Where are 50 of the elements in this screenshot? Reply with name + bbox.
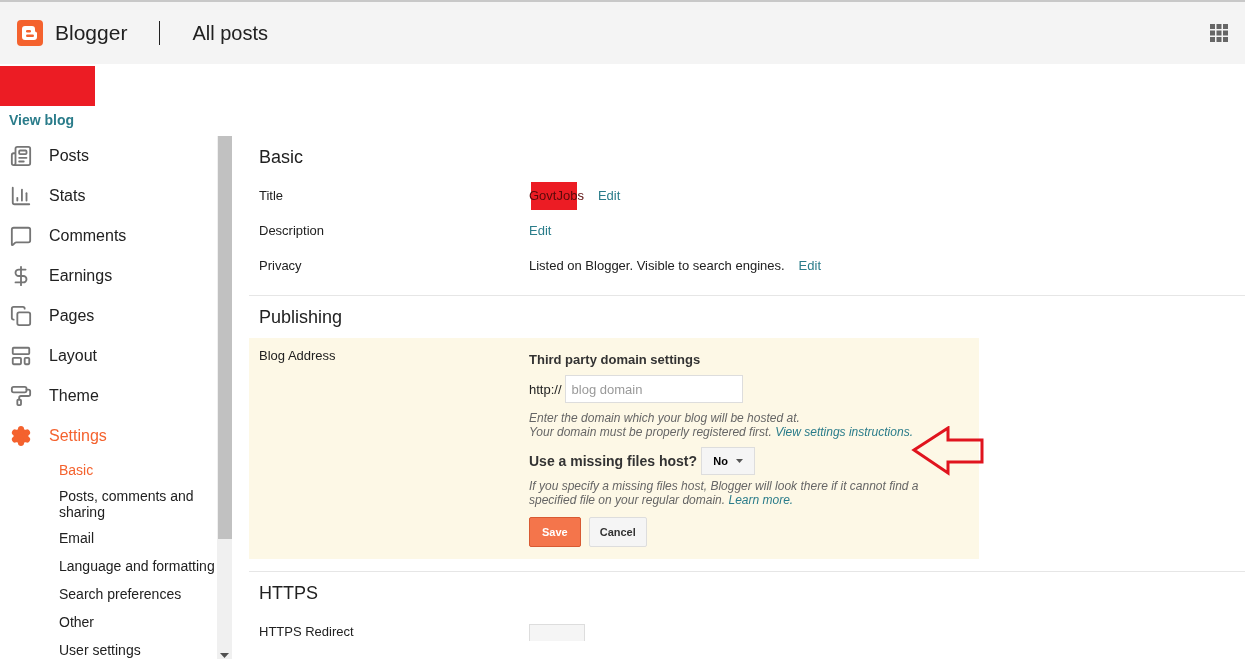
brand-name: Blogger xyxy=(55,21,128,45)
newspaper-icon xyxy=(10,145,32,167)
layout-icon xyxy=(10,345,32,367)
section-title: Publishing xyxy=(259,306,344,328)
blogger-logo-icon xyxy=(17,20,43,46)
missing-host-note: If you specify a missing files host, Blogger will look there if it cannot find a specified file on your regular domain. Learn more. xyxy=(529,479,920,507)
cancel-button[interactable]: Cancel xyxy=(588,517,647,547)
setting-label: Privacy xyxy=(259,257,303,275)
domain-hint: Enter the domain which your blog will be hosted at. Your domain must be properly registered first. View settings instructions. xyxy=(529,411,914,439)
edit-link[interactable]: Edit xyxy=(529,223,552,238)
sidebar-subitem[interactable]: Other xyxy=(0,608,217,636)
edit-link[interactable]: Edit xyxy=(798,258,821,273)
section-title: HTTPS xyxy=(259,582,319,604)
gear-icon xyxy=(10,425,32,447)
sidebar-item[interactable]: Theme xyxy=(0,376,217,416)
setting-value: Listed on Blogger. Visible to search engines. xyxy=(529,257,785,275)
form-heading: Third party domain settings xyxy=(529,351,702,369)
sidebar-item[interactable]: Layout xyxy=(0,336,217,376)
edit-link[interactable]: Edit xyxy=(597,188,621,203)
url-prefix: http:// xyxy=(529,380,562,399)
sidebar-subitem[interactable]: User settings xyxy=(0,636,217,659)
paint-roller-icon xyxy=(10,385,32,407)
instructions-link[interactable]: View settings instructions. xyxy=(775,425,913,439)
domain-field[interactable]: blog domain xyxy=(564,375,743,403)
sidebar-item[interactable]: Posts xyxy=(0,136,217,176)
sidebar-item[interactable]: Comments xyxy=(0,216,217,256)
section-title: Basic xyxy=(259,146,304,168)
scroll-down-icon[interactable] xyxy=(220,653,229,659)
setting-label: HTTPS Redirect xyxy=(259,623,355,641)
caret-icon xyxy=(735,459,743,463)
sidebar-item[interactable]: Earnings xyxy=(0,256,217,296)
sidebar-subitem[interactable]: Language and formatting xyxy=(0,552,217,580)
learn-more-link[interactable]: Learn more. xyxy=(728,493,794,507)
view-blog-link[interactable]: View blog xyxy=(9,112,1245,128)
sidebar-subitem[interactable]: Search preferences xyxy=(0,580,217,608)
sidebar-item[interactable]: Stats xyxy=(0,176,217,216)
setting-label: Description xyxy=(259,222,326,240)
setting-label: Blog Address xyxy=(259,347,337,365)
setting-label: Title xyxy=(259,187,285,205)
sidebar-subitem[interactable]: Posts, comments and sharing xyxy=(0,484,217,524)
page-title: All posts xyxy=(192,21,268,45)
missing-host-question: Use a missing files host? xyxy=(529,451,698,471)
sidebar-item[interactable]: Pages xyxy=(0,296,217,336)
sidebar-subitem[interactable]: Email xyxy=(0,524,217,552)
missing-host-dropdown[interactable]: No xyxy=(701,447,756,475)
apps-grid-icon[interactable] xyxy=(1210,24,1228,42)
pages-icon xyxy=(10,305,32,327)
scrollbar[interactable] xyxy=(217,136,232,659)
speech-bubble-icon xyxy=(10,225,32,247)
bar-chart-icon xyxy=(10,185,32,207)
